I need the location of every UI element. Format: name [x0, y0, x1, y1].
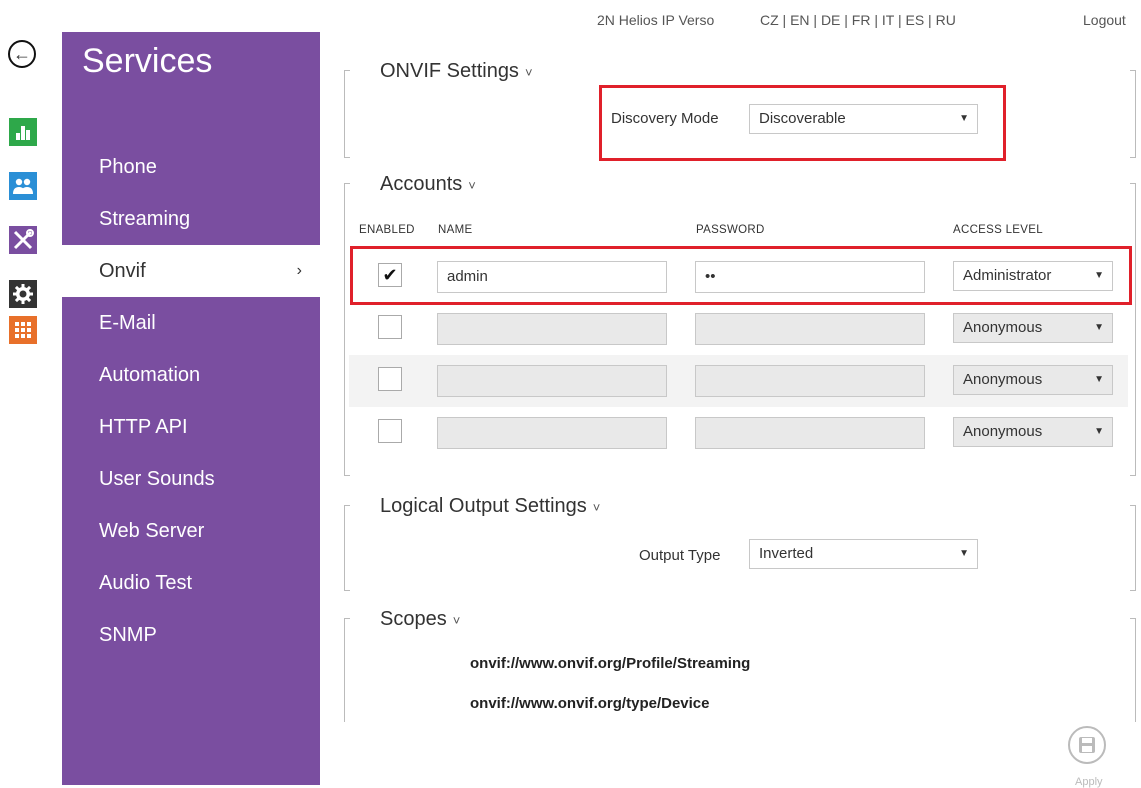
access-level-select[interactable]: Anonymous ▼: [953, 365, 1113, 395]
sidebar-item-http-api[interactable]: HTTP API: [62, 401, 320, 453]
password-input[interactable]: [695, 313, 925, 345]
account-row: Anonymous ▼: [349, 303, 1128, 355]
select-value: Anonymous: [963, 319, 1043, 336]
scopes-title[interactable]: Scopes ˅: [380, 608, 460, 631]
select-value: Inverted: [759, 545, 814, 562]
section-bracket-right: [1130, 70, 1136, 158]
users-icon: [13, 178, 33, 194]
name-input[interactable]: [437, 365, 667, 397]
highlight-discovery-mode: [599, 85, 1006, 161]
logical-output-title[interactable]: Logical Output Settings ˅: [380, 495, 600, 518]
dropdown-arrow-icon: ▼: [1094, 374, 1104, 385]
caret-down-icon: ˅: [524, 65, 533, 80]
account-row: Anonymous ▼: [349, 355, 1128, 407]
dropdown-arrow-icon: ▼: [959, 548, 969, 559]
dropdown-arrow-icon: ▼: [1094, 322, 1104, 333]
accounts-title[interactable]: Accounts ˅: [380, 173, 476, 196]
sidebar-item-label: Onvif: [99, 260, 146, 282]
section-title-label: ONVIF Settings: [380, 60, 519, 82]
back-button[interactable]: ←: [8, 40, 36, 68]
section-bracket-right: [1130, 183, 1136, 476]
apply-label: Apply: [1075, 776, 1103, 788]
sidebar-item-user-sounds[interactable]: User Sounds: [62, 453, 320, 505]
dropdown-arrow-icon: ▼: [1094, 426, 1104, 437]
top-bar: 2N Helios IP Verso CZ | EN | DE | FR | I…: [0, 12, 1141, 34]
section-bracket-right: [1130, 618, 1136, 722]
gear-icon: [13, 284, 33, 304]
sidebar-item-snmp[interactable]: SNMP: [62, 609, 320, 661]
section-title-label: Logical Output Settings: [380, 495, 587, 517]
select-value: Anonymous: [963, 371, 1043, 388]
sidebar-item-email[interactable]: E-Mail: [62, 297, 320, 349]
enabled-checkbox[interactable]: [378, 419, 402, 443]
column-header-enabled: ENABLED: [359, 224, 415, 236]
onvif-settings-title[interactable]: ONVIF Settings ˅: [380, 60, 533, 83]
password-input[interactable]: [695, 417, 925, 449]
sidebar-item-audio-test[interactable]: Audio Test: [62, 557, 320, 609]
select-value: Anonymous: [963, 423, 1043, 440]
services-button[interactable]: [9, 280, 37, 308]
name-input[interactable]: [437, 313, 667, 345]
section-title-label: Scopes: [380, 608, 447, 630]
hardware-button[interactable]: [9, 226, 37, 254]
chevron-right-icon: ›: [296, 262, 302, 279]
scope-item: onvif://www.onvif.org/Profile/Streaming: [470, 655, 751, 672]
column-header-access-level: ACCESS LEVEL: [953, 224, 1043, 236]
device-name: 2N Helios IP Verso: [597, 12, 715, 28]
enabled-checkbox[interactable]: [378, 367, 402, 391]
directory-button[interactable]: [9, 172, 37, 200]
section-title-label: Accounts: [380, 173, 463, 195]
output-type-select[interactable]: Inverted ▼: [749, 539, 978, 569]
enabled-checkbox[interactable]: [378, 315, 402, 339]
password-input[interactable]: [695, 365, 925, 397]
access-level-select[interactable]: Anonymous ▼: [953, 417, 1113, 447]
language-selector[interactable]: CZ | EN | DE | FR | IT | ES | RU: [760, 12, 956, 28]
caret-down-icon: ˅: [592, 500, 601, 515]
highlight-admin-account: [350, 246, 1132, 305]
logical-output-section: Logical Output Settings ˅: [344, 495, 1136, 593]
apply-button[interactable]: [1068, 726, 1106, 764]
sidebar-item-automation[interactable]: Automation: [62, 349, 320, 401]
logout-link[interactable]: Logout: [1083, 12, 1126, 28]
scopes-section: Scopes ˅: [344, 608, 1136, 728]
access-level-select[interactable]: Anonymous ▼: [953, 313, 1113, 343]
caret-down-icon: ˅: [468, 178, 476, 193]
bar-chart-icon: [16, 126, 30, 140]
sidebar-item-web-server[interactable]: Web Server: [62, 505, 320, 557]
section-bracket-left: [344, 505, 350, 591]
arrow-left-icon: ←: [13, 44, 31, 64]
services-sidebar: Services Phone Streaming Onvif › E-Mail …: [62, 32, 320, 785]
name-input[interactable]: [437, 417, 667, 449]
sidebar-item-phone[interactable]: Phone: [62, 141, 320, 193]
tools-icon: [13, 229, 34, 250]
column-header-name: NAME: [438, 224, 473, 236]
status-button[interactable]: [9, 118, 37, 146]
system-button[interactable]: [9, 316, 37, 344]
account-row: Anonymous ▼: [349, 407, 1128, 459]
section-bracket-right: [1130, 505, 1136, 591]
caret-down-icon: ˅: [452, 613, 461, 628]
section-bracket-left: [344, 70, 350, 158]
section-bracket-left: [344, 618, 350, 722]
save-icon: [1079, 737, 1095, 753]
sidebar-item-streaming[interactable]: Streaming: [62, 193, 320, 245]
column-header-password: PASSWORD: [696, 224, 765, 236]
scope-item: onvif://www.onvif.org/type/Device: [470, 695, 710, 712]
sidebar-title: Services: [82, 42, 213, 80]
output-type-label: Output Type: [639, 547, 721, 564]
grid-icon: [15, 322, 31, 338]
sidebar-item-onvif[interactable]: Onvif ›: [62, 245, 320, 297]
